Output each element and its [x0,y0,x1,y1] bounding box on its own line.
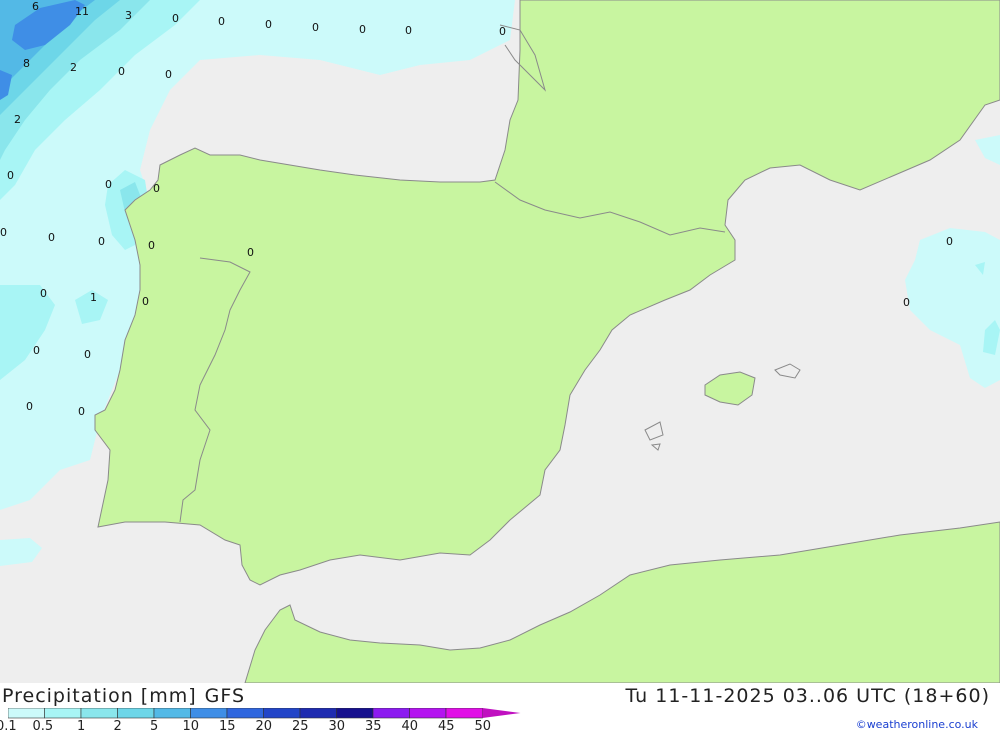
title-text: Precipitation [mm] [2,685,197,707]
map-value: 0 [265,18,272,31]
map-value: 0 [118,65,125,78]
scale-swatch [153,708,191,719]
scale-tick-label: 15 [219,719,236,734]
scale-swatch [80,708,118,719]
map-value: 0 [40,287,47,300]
scale-swatch [117,708,155,719]
scale-tick-label: 30 [328,719,346,734]
scale-tick-label: 20 [255,719,273,734]
map-value: 0 [0,226,7,239]
scale-tick-label: 35 [365,719,382,734]
scale-swatch [44,708,82,719]
map-value: 0 [26,400,33,413]
valid-time: Tu 11-11-2025 03..06 UTC (18+60) [625,685,990,707]
scale-tick-label: 2 [113,719,122,734]
scale-swatch [372,708,410,719]
scale-tick-label: 45 [438,719,455,734]
scale-swatch [336,708,374,719]
map-value: 0 [78,405,85,418]
scale-swatch [445,708,483,719]
map-value: 0 [105,178,112,191]
map-value: 0 [172,12,179,25]
scale-tick-label: 0.1 [0,719,17,734]
map-value: 0 [405,24,412,37]
scale-tick-label: 50 [474,719,492,734]
credit-link[interactable]: ©weatheronline.co.uk [856,718,978,731]
map-value: 0 [98,235,105,248]
scale-tick-label: 25 [292,719,309,734]
map-value: 2 [14,113,21,126]
map-value: 0 [218,15,225,28]
model-name: GFS [204,685,246,707]
map-value: 0 [33,344,40,357]
map-value: 0 [499,25,506,38]
map-value: 11 [75,5,89,18]
map-value: 0 [903,296,910,309]
scale-swatch [226,708,264,719]
scale-tick-label: 0.5 [32,719,54,734]
scale-arrow [482,708,521,718]
scale-swatch [263,708,301,719]
map-value: 0 [247,246,254,259]
scale-swatch [299,708,337,719]
map-title: Precipitation [mm] GFS [2,685,245,707]
scale-tick-label: 5 [150,719,159,734]
scale-swatch [190,708,228,719]
map-value: 0 [148,239,155,252]
scale-tick-label: 40 [401,719,419,734]
scale-tick-label: 10 [182,719,200,734]
map-value: 1 [90,291,97,304]
map-value: 6 [32,0,39,13]
map-value: 0 [359,23,366,36]
scale-swatch [8,708,45,719]
scale-tick-label: 1 [77,719,86,734]
map-value: 0 [48,231,55,244]
precipitation-map: 6 11 3 0 0 0 0 0 0 0 8 2 0 0 2 0 0 0 0 0… [0,0,1000,683]
scale-swatch [409,708,447,719]
map-value: 0 [946,235,953,248]
map-value: 3 [125,9,132,22]
map-value: 8 [23,57,30,70]
map-value: 2 [70,61,77,74]
map-value: 0 [153,182,160,195]
map-value: 0 [312,21,319,34]
map-value: 0 [142,295,149,308]
map-value: 0 [165,68,172,81]
map-value: 0 [7,169,14,182]
map-value: 0 [84,348,91,361]
